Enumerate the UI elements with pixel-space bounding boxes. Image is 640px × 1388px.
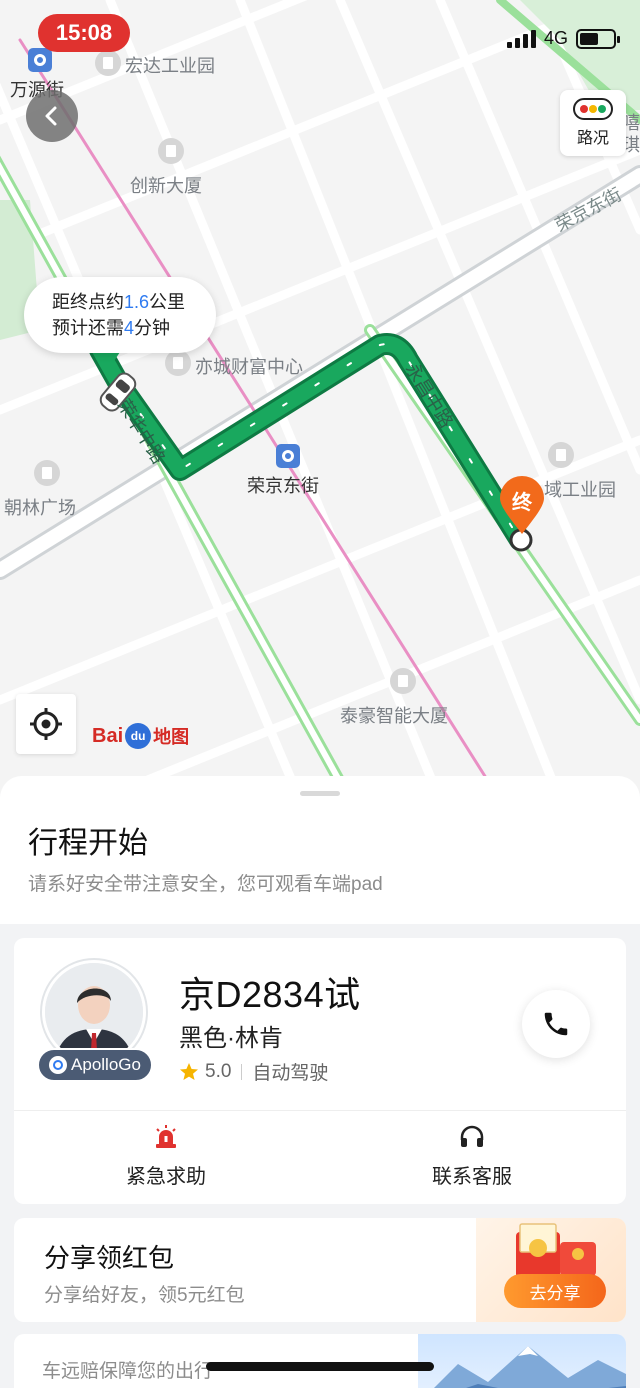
destination-marker-label: 终	[512, 492, 532, 514]
metro-icon	[276, 444, 300, 468]
map-view[interactable]: 终 万源街 宏达工业园 创新大厦 亦城财富中心 荣京东街 朝林广场 域工业园 泰…	[0, 0, 640, 800]
baidu-logo-ditu: 地图	[153, 727, 190, 747]
call-button[interactable]	[522, 990, 590, 1058]
chevron-left-icon	[45, 106, 57, 126]
license-plate: 京D2834试	[179, 974, 361, 1015]
drive-mode: 自动驾驶	[252, 1063, 329, 1084]
status-time: 15:08	[38, 14, 130, 52]
apollo-badge-label: ApolloGo	[71, 1055, 141, 1074]
eta-distance-value: 1.6	[124, 292, 150, 312]
eta-time-unit: 分钟	[134, 318, 171, 338]
car-info: 黑色·林肯	[179, 1025, 283, 1052]
map-label-yicheng: 亦城财富中心	[195, 357, 303, 377]
trip-subtitle: 请系好安全带注意安全，您可观看车端pad	[28, 874, 383, 895]
share-title: 分享领红包	[44, 1243, 175, 1273]
rating-value: 5.0	[205, 1060, 232, 1082]
battery-icon	[576, 28, 620, 49]
customer-service-button[interactable]: 联系客服	[372, 1124, 572, 1189]
alarm-icon	[156, 1125, 176, 1148]
trip-sheet[interactable]: 行程开始 请系好安全带注意安全，您可观看车端pad ApolloGo 京D283…	[0, 776, 640, 1388]
eta-distance-line: 距终点约1.6公里	[52, 289, 216, 315]
baidu-logo-du: du	[125, 723, 152, 749]
eta-distance-prefix: 距终点约	[52, 292, 124, 312]
status-indicators: 4G	[506, 28, 620, 49]
apollo-badge: ApolloGo	[37, 1048, 153, 1082]
share-card[interactable]: 分享领红包 分享给好友，领5元红包 去分享	[14, 1218, 626, 1322]
star-icon	[180, 1062, 198, 1080]
driver-card: ApolloGo 京D2834试 黑色·林肯 5.0 自动驾驶 紧急求助 联系客…	[14, 938, 626, 1204]
apollo-logo-icon	[49, 1056, 68, 1074]
locate-icon	[30, 708, 62, 740]
network-label: 4G	[543, 28, 568, 48]
back-button[interactable]	[26, 90, 78, 142]
sheet-handle[interactable]	[300, 791, 340, 796]
traffic-label: 路况	[576, 130, 609, 147]
map-label-chaolin: 朝林广场	[4, 498, 76, 518]
traffic-button[interactable]: 路况	[560, 90, 626, 156]
mountain-illustration	[434, 1346, 626, 1388]
baidu-logo-bai: Bai	[92, 724, 124, 747]
signal-icon	[506, 29, 536, 48]
customer-service-label: 联系客服	[432, 1166, 512, 1188]
map-label-chuangxin: 创新大厦	[130, 176, 202, 196]
rating-divider	[241, 1063, 243, 1080]
poi-building-icon	[95, 50, 121, 76]
emergency-label: 紧急求助	[126, 1166, 206, 1188]
rating-row: 5.0 自动驾驶	[179, 1058, 328, 1085]
poi-building-icon	[548, 442, 574, 468]
trip-title: 行程开始	[28, 827, 148, 860]
insurance-banner-art	[418, 1334, 626, 1388]
headset-icon	[460, 1125, 484, 1147]
eta-distance-unit: 公里	[149, 292, 186, 312]
map-label-hongda: 宏达工业园	[125, 56, 215, 76]
baidu-map-logo: Bai du 地图	[92, 723, 189, 749]
eta-time-line: 预计还需4分钟	[52, 315, 216, 341]
card-divider	[14, 1110, 626, 1111]
trip-header: 行程开始 请系好安全带注意安全，您可观看车端pad	[0, 776, 640, 924]
poi-building-icon	[34, 460, 60, 486]
insurance-card[interactable]: 车远赔保障您的出行	[14, 1334, 626, 1388]
map-label-industrial: 域工业园	[544, 480, 616, 500]
poi-building-icon	[158, 138, 184, 164]
poi-building-icon	[165, 350, 191, 376]
insurance-text: 车远赔保障您的出行	[42, 1361, 214, 1382]
map-label-rongjing-station: 荣京东街	[247, 476, 319, 496]
traffic-light-icon	[573, 98, 613, 120]
phone-icon	[544, 1012, 568, 1036]
avatar-person-icon	[45, 963, 143, 1061]
emergency-button[interactable]: 紧急求助	[66, 1124, 266, 1189]
share-subtitle: 分享给好友，领5元红包	[44, 1285, 245, 1306]
home-indicator[interactable]	[206, 1362, 434, 1371]
poi-building-icon	[390, 668, 416, 694]
locate-button[interactable]	[16, 694, 76, 754]
metro-icon	[28, 48, 52, 72]
map-label-taihao: 泰豪智能大厦	[340, 706, 448, 726]
eta-time-prefix: 预计还需	[52, 318, 124, 338]
eta-bubble: 距终点约1.6公里 预计还需4分钟	[24, 277, 216, 353]
share-button[interactable]: 去分享	[504, 1274, 606, 1308]
eta-time-value: 4	[124, 318, 135, 338]
